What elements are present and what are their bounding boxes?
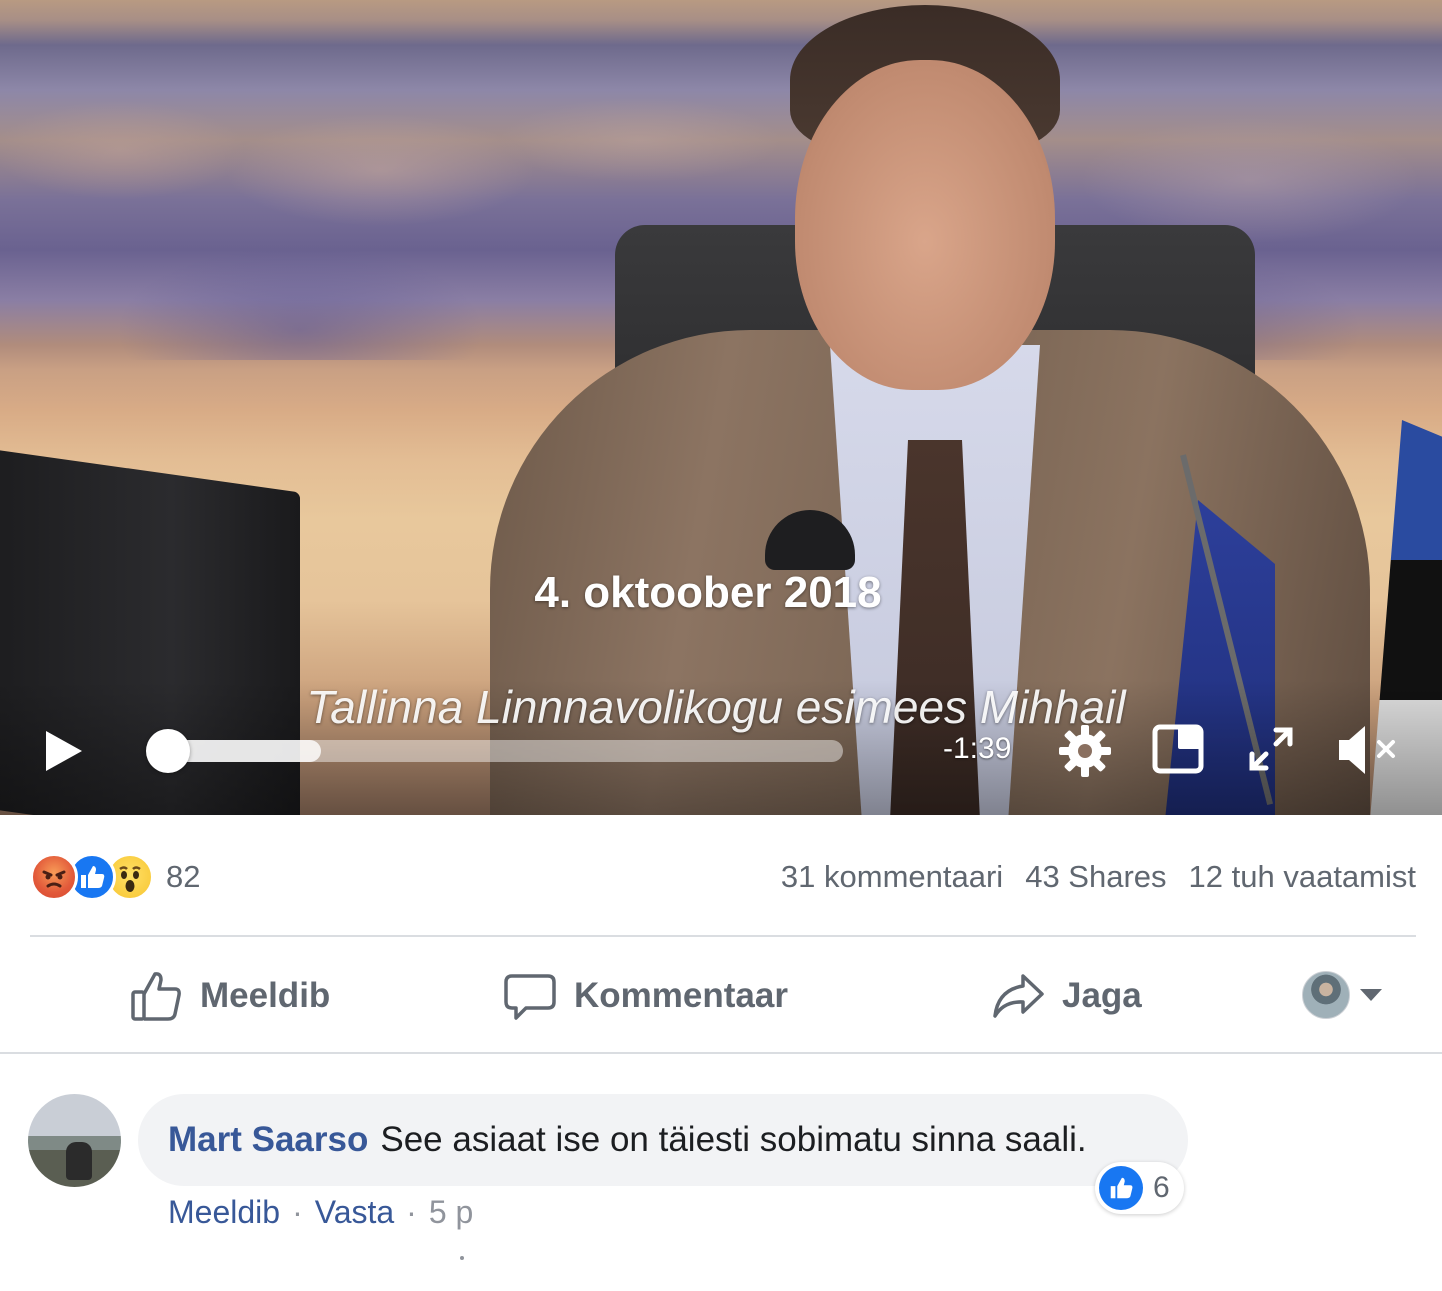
loading-dot (460, 1256, 464, 1260)
comment-like-link[interactable]: Meeldib (168, 1194, 280, 1231)
avatar (1302, 971, 1350, 1019)
meta-separator: · (292, 1194, 303, 1230)
comment-item: Mart Saarso See asiaat ise on täiesti sob… (0, 1054, 1442, 1291)
angry-reaction-icon (30, 853, 78, 901)
comment-button-label: Kommentaar (574, 976, 788, 1015)
comment-author[interactable]: Mart Saarso (168, 1120, 368, 1159)
muted-speaker-icon (1339, 726, 1395, 774)
comment-meta: Meeldib · Vasta · 5 p (168, 1194, 473, 1231)
video-caption-line: Tallinna Linnnavolikogu esimees Mihhail (306, 681, 1126, 733)
caret-down-icon (1360, 989, 1382, 1001)
post-actions: Meeldib Kommentaar Jaga (0, 937, 1442, 1052)
gear-icon (1059, 725, 1111, 777)
play-icon (46, 731, 82, 771)
video-player[interactable]: 4. oktoober 2018 Tallinna Linnnavolikogu… (0, 0, 1442, 815)
audience-selector[interactable] (1302, 971, 1384, 1019)
time-remaining: -1:39 (943, 732, 1012, 765)
comments-count-link[interactable]: 31 kommentaari (781, 859, 1003, 895)
reactions-summary[interactable]: 82 (30, 851, 200, 903)
post-stat-links: 31 kommentaari 43 Shares 12 tuh vaatamis… (781, 859, 1416, 895)
fullscreen-button[interactable] (1244, 722, 1298, 776)
comment-reply-link[interactable]: Vasta (315, 1194, 394, 1231)
reaction-count[interactable]: 82 (166, 859, 200, 895)
video-caption-date: 4. oktoober 2018 (534, 568, 882, 617)
views-count: 12 tuh vaatamist (1188, 859, 1416, 894)
share-arrow-icon (993, 974, 1044, 1018)
comment-body: See asiaat ise on täiesti sobimatu sinna… (380, 1120, 1087, 1159)
comment-bubble-icon (504, 974, 556, 1020)
share-button-label: Jaga (1062, 976, 1142, 1015)
video-progress-handle[interactable] (146, 729, 190, 773)
settings-button[interactable] (1055, 722, 1115, 780)
shares-count-link[interactable]: 43 Shares (1025, 859, 1166, 895)
post-stats: 82 31 kommentaari 43 Shares 12 tuh vaata… (0, 815, 1442, 935)
mute-button[interactable] (1334, 720, 1400, 780)
commenter-avatar[interactable] (28, 1094, 121, 1187)
comment-text-line: Mart Saarso See asiaat ise on täiesti sob… (168, 1120, 1087, 1160)
comment-button[interactable]: Kommentaar (502, 967, 788, 1025)
avatar-figure (66, 1142, 92, 1180)
comment-like-number: 6 (1153, 1171, 1170, 1204)
play-button[interactable] (38, 728, 88, 774)
comment-like-count[interactable]: 6 (1095, 1162, 1184, 1214)
video-frame-head (795, 60, 1055, 390)
comment-timestamp[interactable]: 5 p (429, 1194, 473, 1231)
picture-in-picture-icon (1152, 724, 1204, 774)
fullscreen-icon (1249, 727, 1293, 771)
meta-separator: · (406, 1194, 417, 1230)
like-reaction-icon (1099, 1166, 1143, 1210)
thumbs-up-icon (131, 972, 181, 1021)
like-button-label: Meeldib (200, 976, 331, 1015)
picture-in-picture-button[interactable] (1150, 722, 1206, 776)
like-button[interactable]: Meeldib (128, 967, 330, 1025)
share-button[interactable]: Jaga (990, 967, 1142, 1025)
